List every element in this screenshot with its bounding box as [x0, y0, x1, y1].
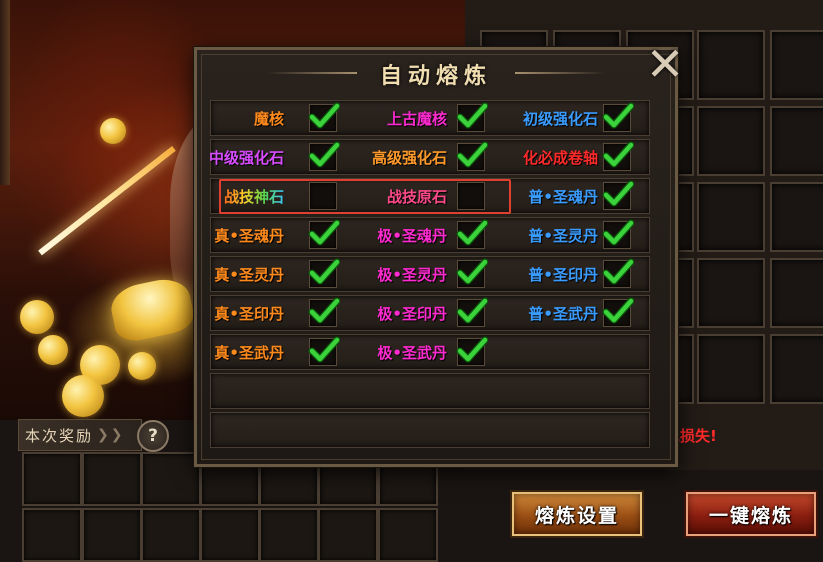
- option-label: 中级强化石: [208, 148, 284, 167]
- option-checkbox[interactable]: [456, 297, 488, 327]
- option-label: 极•圣灵丹: [377, 265, 447, 284]
- option-item[interactable]: 初级强化石: [523, 101, 598, 135]
- reward-slot: [82, 452, 142, 506]
- one-key-smelt-button[interactable]: 一键熔炼: [686, 492, 816, 536]
- option-checkbox[interactable]: [602, 141, 634, 171]
- option-item[interactable]: 中级强化石: [209, 140, 284, 174]
- option-checkbox[interactable]: [308, 336, 340, 366]
- option-row: [210, 412, 650, 448]
- option-checkbox[interactable]: [456, 336, 488, 366]
- gold-coin: [100, 118, 126, 144]
- option-item[interactable]: 极•圣武丹: [377, 335, 447, 369]
- double-chevron-icon: ❯❯: [97, 427, 125, 443]
- option-label: 真•圣印丹: [214, 304, 284, 323]
- frame-edge: [0, 0, 10, 185]
- option-label: 极•圣武丹: [377, 343, 447, 362]
- option-item[interactable]: 上古魔核: [387, 101, 447, 135]
- option-item[interactable]: 化必成卷轴: [523, 140, 598, 174]
- option-label: 普•圣灵丹: [528, 226, 598, 245]
- option-item[interactable]: 极•圣魂丹: [377, 218, 447, 252]
- option-item[interactable]: 普•圣魂丹: [528, 179, 598, 213]
- option-label: 普•圣印丹: [528, 265, 598, 284]
- option-checkbox[interactable]: [602, 258, 634, 288]
- option-item[interactable]: 极•圣灵丹: [377, 257, 447, 291]
- gold-coin: [128, 352, 156, 380]
- option-item[interactable]: 极•圣印丹: [377, 296, 447, 330]
- option-item[interactable]: 普•圣灵丹: [528, 218, 598, 252]
- highlight-box: [219, 179, 511, 214]
- option-checkbox[interactable]: [308, 102, 340, 132]
- option-label: 魔核: [253, 109, 284, 128]
- option-checkbox[interactable]: [308, 297, 340, 327]
- option-checkbox[interactable]: [602, 180, 634, 210]
- option-item[interactable]: 真•圣武丹: [214, 335, 284, 369]
- gold-ingot: [107, 274, 197, 345]
- option-label: 真•圣魂丹: [214, 226, 284, 245]
- option-item[interactable]: 真•圣魂丹: [214, 218, 284, 252]
- option-item[interactable]: 魔核: [254, 101, 284, 135]
- option-item[interactable]: 普•圣印丹: [528, 257, 598, 291]
- option-checkbox[interactable]: [308, 258, 340, 288]
- sword-glow: [38, 145, 176, 256]
- option-item[interactable]: 高级强化石: [372, 140, 447, 174]
- inventory-slot[interactable]: [770, 258, 823, 328]
- reward-slot: [22, 452, 82, 506]
- option-label: 极•圣魂丹: [377, 226, 447, 245]
- option-row: [210, 373, 650, 409]
- inventory-slot[interactable]: [697, 258, 765, 328]
- inventory-slot[interactable]: [770, 182, 823, 252]
- option-label: 初级强化石: [522, 109, 598, 128]
- inventory-slot[interactable]: [770, 106, 823, 176]
- smelt-settings-button[interactable]: 熔炼设置: [512, 492, 642, 536]
- help-icon[interactable]: ?: [137, 420, 169, 452]
- inventory-slot[interactable]: [697, 30, 765, 100]
- option-label: 上古魔核: [386, 109, 447, 128]
- gold-coin: [62, 375, 104, 417]
- option-label: 化必成卷轴: [522, 148, 598, 167]
- option-checkbox[interactable]: [456, 219, 488, 249]
- gold-coin: [38, 335, 68, 365]
- option-label: 普•圣魂丹: [528, 187, 598, 206]
- reward-label: 本次奖励 ❯❯: [18, 419, 142, 451]
- close-icon[interactable]: ✕: [643, 41, 687, 87]
- option-label: 极•圣印丹: [377, 304, 447, 323]
- inventory-slot[interactable]: [770, 30, 823, 100]
- option-checkbox[interactable]: [602, 219, 634, 249]
- help-glyph: ?: [148, 426, 158, 446]
- option-checkbox[interactable]: [456, 141, 488, 171]
- reward-label-text: 本次奖励: [25, 426, 94, 445]
- inventory-slot[interactable]: [697, 182, 765, 252]
- option-label: 高级强化石: [371, 148, 447, 167]
- dialog-title: 自动熔炼: [379, 63, 492, 89]
- option-checkbox[interactable]: [456, 102, 488, 132]
- option-checkbox[interactable]: [308, 219, 340, 249]
- option-item[interactable]: 普•圣武丹: [528, 296, 598, 330]
- reward-slot: [141, 452, 201, 506]
- title-ornament: [515, 72, 605, 74]
- option-checkbox[interactable]: [456, 258, 488, 288]
- inventory-slot[interactable]: [697, 106, 765, 176]
- option-label: 真•圣灵丹: [214, 265, 284, 284]
- inventory-slot[interactable]: [770, 334, 823, 404]
- option-item[interactable]: 真•圣印丹: [214, 296, 284, 330]
- option-checkbox[interactable]: [602, 102, 634, 132]
- gold-coin: [20, 300, 54, 334]
- option-checkbox[interactable]: [602, 297, 634, 327]
- inventory-slot[interactable]: [697, 334, 765, 404]
- option-label: 普•圣武丹: [528, 304, 598, 323]
- option-label: 真•圣武丹: [214, 343, 284, 362]
- option-checkbox[interactable]: [308, 141, 340, 171]
- option-item[interactable]: 真•圣灵丹: [214, 257, 284, 291]
